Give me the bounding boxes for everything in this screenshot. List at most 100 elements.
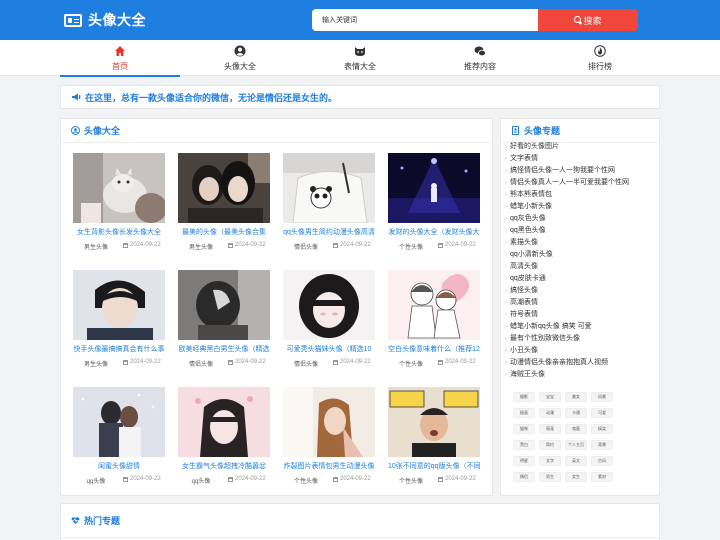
topic-link[interactable]: › 蜡笔小新qq头像 搞笑 可爱 <box>505 321 657 333</box>
topic-link[interactable]: › 搞怪情侣头像一人一狗我要个性网 <box>505 165 657 177</box>
avatar-thumbnail-soft-girl[interactable] <box>283 270 375 340</box>
topic-link[interactable]: › 符号表情 <box>505 309 657 321</box>
topic-link[interactable]: › 熊本熊表情包 <box>505 189 657 201</box>
card-title[interactable]: 10张不同意的qq版头像（不同意 <box>388 461 480 471</box>
search-button[interactable]: 搜索 <box>538 9 638 31</box>
avatar-card[interactable]: 欧美经典黑白男生头像（精选 情侣头像 2024-09-22 <box>178 270 270 368</box>
tag-link[interactable]: 个人主页 <box>565 440 587 450</box>
tag-link[interactable]: 素材 <box>591 472 613 482</box>
tag-link[interactable]: 文字 <box>539 456 561 466</box>
topic-link[interactable]: › qq灰色头像 <box>505 213 657 225</box>
card-category[interactable]: qq头像 <box>73 476 119 485</box>
topic-link[interactable]: › 文字表情 <box>505 153 657 165</box>
avatar-card[interactable]: 女生背影头像长发头像大全 男生头像 2024-09-22 <box>73 153 165 251</box>
nav-item-recommended[interactable]: 推荐内容 <box>420 40 540 76</box>
card-title[interactable]: qq头像男生简约动漫头像高清 <box>283 227 375 237</box>
card-title[interactable]: 快手头像最搞搞真会有什么事 <box>73 344 165 354</box>
avatar-thumbnail-cat-girl[interactable] <box>73 153 165 223</box>
card-category[interactable]: 个性头像 <box>388 476 434 485</box>
card-category[interactable]: 个性头像 <box>283 476 329 485</box>
tag-link[interactable]: 英文 <box>565 456 587 466</box>
card-category[interactable]: 情侣头像 <box>178 359 224 368</box>
tag-link[interactable]: 女生 <box>565 472 587 482</box>
tag-link[interactable]: 明星 <box>513 456 535 466</box>
avatar-card[interactable]: 闺蜜头像甜情 qq头像 2024-09-22 <box>73 387 165 485</box>
avatar-thumbnail-anime-couple[interactable] <box>388 270 480 340</box>
nav-item-ranking[interactable]: 排行榜 <box>540 40 660 76</box>
topic-link[interactable]: › 最有个性别致微信头像 <box>505 333 657 345</box>
avatar-thumbnail-couple-selfie[interactable] <box>178 153 270 223</box>
site-logo[interactable]: 头像大全 <box>64 9 146 31</box>
tag-link[interactable]: 黑白 <box>513 440 535 450</box>
topic-link[interactable]: › 素描头像 <box>505 237 657 249</box>
topic-link[interactable]: › 好看的头像图片 <box>505 141 657 153</box>
topic-link[interactable]: › 高潮表情 <box>505 297 657 309</box>
tag-link[interactable]: 风景 <box>591 392 613 402</box>
topic-link[interactable]: › qq小清新头像 <box>505 249 657 261</box>
avatar-thumbnail-boy-portrait[interactable] <box>73 270 165 340</box>
avatar-thumbnail-night-stage[interactable] <box>388 153 480 223</box>
tag-link[interactable]: 搞笑 <box>591 424 613 434</box>
card-title[interactable]: 女生霸气头像超拽冷酷嚣忿 <box>178 461 270 471</box>
topic-link[interactable]: › 海贼王头像 <box>505 369 657 381</box>
search-input[interactable] <box>312 9 539 31</box>
card-title[interactable]: 发财的头像大全（发财头像大 <box>388 227 480 237</box>
card-category[interactable]: 情侣头像 <box>283 242 329 251</box>
avatar-thumbnail-panda-shirt[interactable] <box>283 153 375 223</box>
avatar-card[interactable]: 最美的头像（最美头像合集 男生头像 2024-09-22 <box>178 153 270 251</box>
card-category[interactable]: 男生头像 <box>73 359 119 368</box>
tag-link[interactable]: 背景 <box>591 440 613 450</box>
avatar-card[interactable]: qq头像男生简约动漫头像高清 情侣头像 2024-09-22 <box>283 153 375 251</box>
avatar-thumbnail-window-girl[interactable] <box>283 387 375 457</box>
topic-link[interactable]: › 搞怪头像 <box>505 285 657 297</box>
avatar-card[interactable]: 10张不同意的qq版头像（不同意 个性头像 2024-09-22 <box>388 387 480 485</box>
tag-link[interactable]: 动漫 <box>539 408 561 418</box>
tag-link[interactable]: 宝宝 <box>539 392 561 402</box>
card-category[interactable]: 男生头像 <box>73 242 119 251</box>
card-title[interactable]: 空白头像意味着什么（推荐12 <box>388 344 480 354</box>
tag-link[interactable]: 古风 <box>591 456 613 466</box>
topic-link[interactable]: › 蜡笔小新头像 <box>505 201 657 213</box>
card-title[interactable]: 炸裂图片表情包男生动漫头像 <box>283 461 375 471</box>
card-category[interactable]: 情侣头像 <box>283 359 329 368</box>
card-category[interactable]: qq头像 <box>178 476 224 485</box>
nav-item-home[interactable]: 首页 <box>60 40 180 77</box>
tag-link[interactable]: 可爱 <box>591 408 613 418</box>
card-title[interactable]: 可爱秃头猫妹头像（精选10 <box>283 344 375 354</box>
card-category[interactable]: 男生头像 <box>178 242 224 251</box>
card-title[interactable]: 女生背影头像长发头像大全 <box>73 227 165 237</box>
topic-link[interactable]: › 高清头像 <box>505 261 657 273</box>
avatar-card[interactable]: 空白头像意味着什么（推荐12 个性头像 2024-09-22 <box>388 270 480 368</box>
tag-link[interactable]: 简约 <box>539 440 561 450</box>
avatar-card[interactable]: 女生霸气头像超拽冷酷嚣忿 qq头像 2024-09-22 <box>178 387 270 485</box>
tag-link[interactable]: 鬼畜 <box>565 424 587 434</box>
avatar-card[interactable]: 发财的头像大全（发财头像大 个性头像 2024-09-22 <box>388 153 480 251</box>
avatar-card[interactable]: 快手头像最搞搞真会有什么事 男生头像 2024-09-22 <box>73 270 165 368</box>
card-category[interactable]: 个性头像 <box>388 359 434 368</box>
nav-item-emoticons[interactable]: 表情大全 <box>300 40 420 76</box>
avatar-thumbnail-bw-hand[interactable] <box>178 270 270 340</box>
card-category[interactable]: 个性头像 <box>388 242 434 251</box>
tag-link[interactable]: 摄影 <box>513 392 535 402</box>
tag-link[interactable]: 猫咪 <box>513 424 535 434</box>
avatar-thumbnail-license-plates[interactable] <box>388 387 480 457</box>
avatar-card[interactable]: 可爱秃头猫妹头像（精选10 情侣头像 2024-09-22 <box>283 270 375 368</box>
tag-link[interactable]: 美女 <box>565 392 587 402</box>
nav-item-avatars[interactable]: 头像大全 <box>180 40 300 76</box>
tag-link[interactable]: 萌宠 <box>539 424 561 434</box>
topic-link[interactable]: › qq皮肤卡通 <box>505 273 657 285</box>
card-title[interactable]: 欧美经典黑白男生头像（精选 <box>178 344 270 354</box>
tag-link[interactable]: 插画 <box>513 408 535 418</box>
tag-link[interactable]: 情侣 <box>513 472 535 482</box>
tag-link[interactable]: 卡通 <box>565 408 587 418</box>
card-title[interactable]: 最美的头像（最美头像合集 <box>178 227 270 237</box>
card-title[interactable]: 闺蜜头像甜情 <box>73 461 165 471</box>
avatar-card[interactable]: 炸裂图片表情包男生动漫头像 个性头像 2024-09-22 <box>283 387 375 485</box>
topic-link[interactable]: › qq黑色头像 <box>505 225 657 237</box>
avatar-thumbnail-snow-couple[interactable] <box>73 387 165 457</box>
topic-link[interactable]: › 情侣头像真人一人一半可爱我要个性网 <box>505 177 657 189</box>
avatar-thumbnail-pink-girl[interactable] <box>178 387 270 457</box>
topic-link[interactable]: › 动漫情侣头像亲亲抱抱真人视频 <box>505 357 657 369</box>
topic-link[interactable]: › 小丑头像 <box>505 345 657 357</box>
tag-link[interactable]: 男生 <box>539 472 561 482</box>
